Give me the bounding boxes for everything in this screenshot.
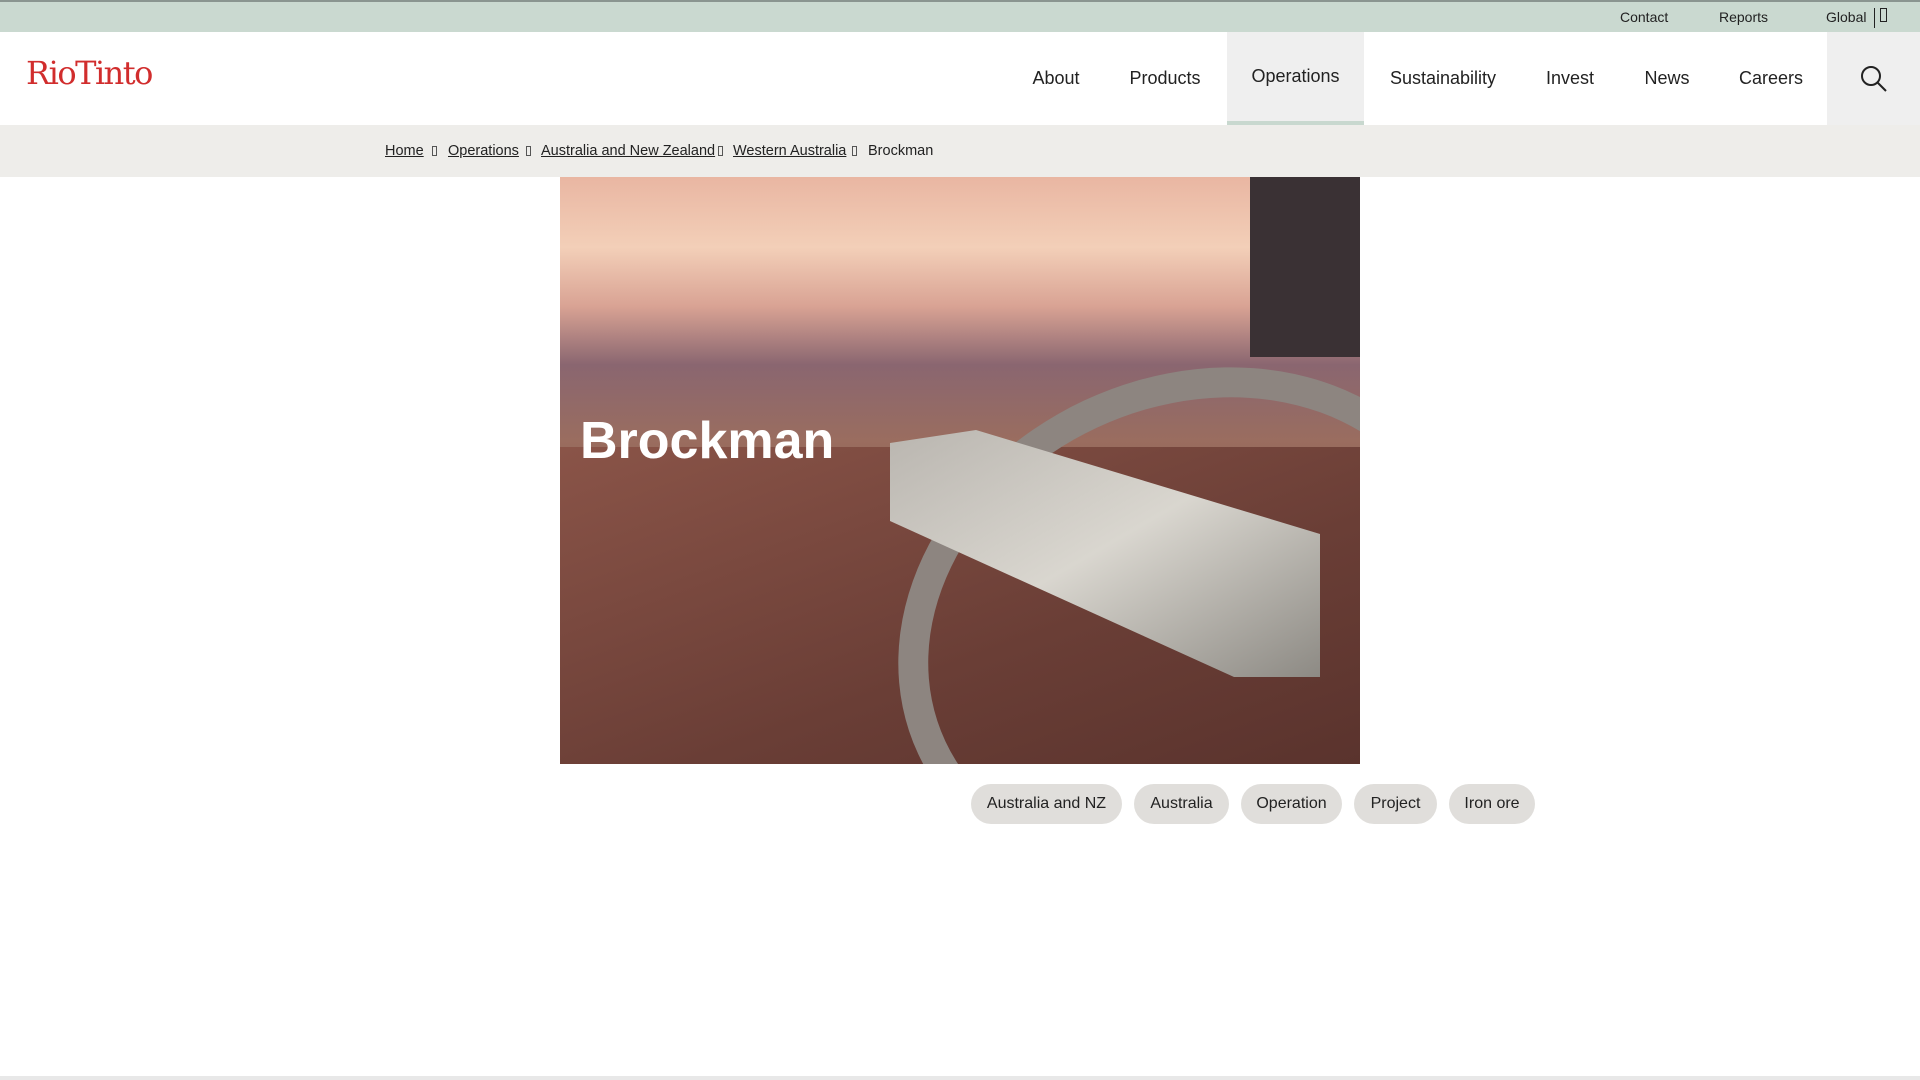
breadcrumb-western-australia[interactable]: Western Australia bbox=[733, 143, 846, 159]
global-region-link[interactable]: Global bbox=[1826, 9, 1866, 25]
region-icon[interactable] bbox=[1880, 8, 1887, 22]
utility-bar: Contact Reports Global bbox=[0, 0, 1920, 32]
chevron-right-icon bbox=[432, 146, 437, 156]
nav-about[interactable]: About bbox=[1011, 32, 1101, 125]
rio-tinto-logo[interactable]: RioTinto bbox=[26, 54, 153, 92]
nav-careers[interactable]: Careers bbox=[1722, 32, 1820, 125]
page-title: Brockman bbox=[580, 412, 835, 470]
nav-invest[interactable]: Invest bbox=[1525, 32, 1615, 125]
tag-iron-ore[interactable]: Iron ore bbox=[1449, 784, 1535, 824]
tag-australia-nz[interactable]: Australia and NZ bbox=[971, 784, 1122, 824]
contact-link[interactable]: Contact bbox=[1620, 9, 1668, 25]
tag-project[interactable]: Project bbox=[1354, 784, 1437, 824]
hero-image: Brockman bbox=[560, 177, 1360, 764]
tag-australia[interactable]: Australia bbox=[1134, 784, 1229, 824]
breadcrumb-current: Brockman bbox=[868, 143, 934, 159]
chevron-right-icon bbox=[718, 146, 723, 156]
breadcrumb-operations[interactable]: Operations bbox=[448, 143, 519, 159]
tag-operation[interactable]: Operation bbox=[1241, 784, 1342, 824]
breadcrumb-home[interactable]: Home bbox=[385, 143, 424, 159]
main-header: RioTinto About Products Operations Susta… bbox=[0, 32, 1920, 125]
breadcrumb: Home Operations Australia and New Zealan… bbox=[0, 125, 1920, 177]
nav-news[interactable]: News bbox=[1627, 32, 1707, 125]
nav-operations[interactable]: Operations bbox=[1227, 32, 1364, 125]
search-icon bbox=[1860, 65, 1887, 92]
reports-link[interactable]: Reports bbox=[1719, 9, 1768, 25]
search-button[interactable] bbox=[1827, 32, 1920, 125]
divider bbox=[0, 1076, 1920, 1080]
loading-tower bbox=[1250, 177, 1360, 357]
nav-products[interactable]: Products bbox=[1114, 32, 1216, 125]
breadcrumb-australia-nz[interactable]: Australia and New Zealand bbox=[541, 143, 715, 159]
nav-sustainability[interactable]: Sustainability bbox=[1376, 32, 1510, 125]
divider bbox=[1874, 8, 1875, 28]
chevron-right-icon bbox=[852, 146, 857, 156]
chevron-right-icon bbox=[526, 146, 531, 156]
